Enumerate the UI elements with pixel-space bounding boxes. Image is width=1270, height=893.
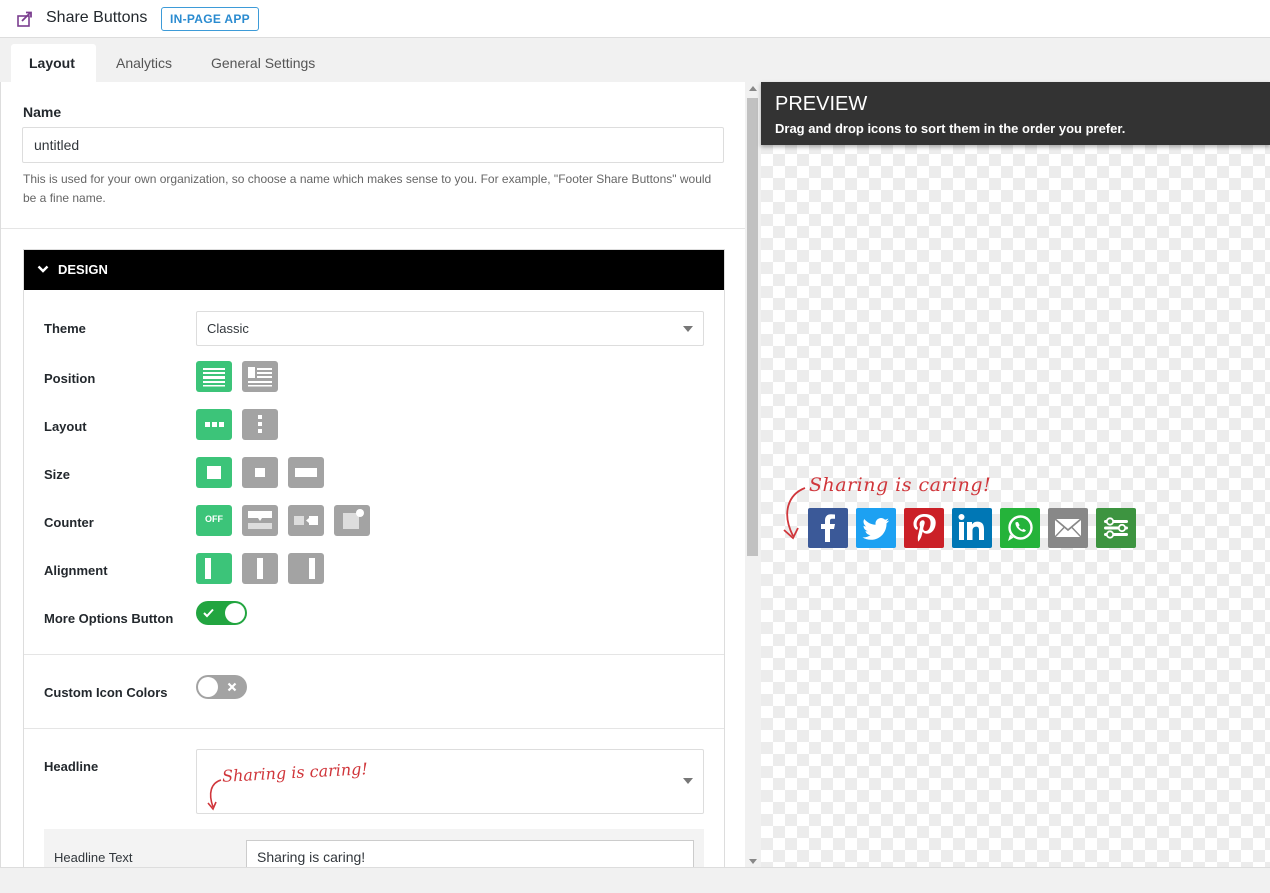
headline-text-label: Headline Text xyxy=(54,850,133,865)
counter-label: Counter xyxy=(44,515,94,530)
align-right-icon xyxy=(309,558,315,579)
divider xyxy=(24,654,724,655)
toggle-knob xyxy=(225,603,245,623)
preview-title: PREVIEW xyxy=(775,93,868,115)
vertical-dots-icon xyxy=(258,415,262,433)
scrollbar-thumb[interactable] xyxy=(747,98,758,556)
headline-label: Headline xyxy=(44,759,99,774)
share-arrow-icon xyxy=(17,11,32,27)
twitter-icon[interactable] xyxy=(856,508,896,548)
headline-text-panel: Headline Text Sharing is caring! xyxy=(44,829,704,867)
tab-general-settings[interactable]: General Settings xyxy=(193,44,333,82)
alignment-label: Alignment xyxy=(44,563,108,578)
preview-header: PREVIEW Drag and drop icons to sort them… xyxy=(761,82,1270,145)
tab-analytics[interactable]: Analytics xyxy=(98,44,190,82)
name-help-text: This is used for your own organization, … xyxy=(23,172,712,205)
align-left-icon xyxy=(205,558,211,579)
tab-layout[interactable]: Layout xyxy=(11,44,96,82)
custom-colors-label: Custom Icon Colors xyxy=(44,685,168,700)
custom-colors-toggle[interactable] xyxy=(196,675,247,699)
alignment-option-left[interactable] xyxy=(196,553,232,584)
counter-side-icon xyxy=(294,516,318,525)
theme-label: Theme xyxy=(44,321,86,336)
more-options-toggle[interactable] xyxy=(196,601,247,625)
check-icon xyxy=(203,608,214,618)
pinterest-icon[interactable] xyxy=(904,508,944,548)
counter-option-off[interactable]: OFF xyxy=(196,505,232,536)
headline-text-input[interactable]: Sharing is caring! xyxy=(246,840,694,867)
size-option-wide[interactable] xyxy=(288,457,324,488)
chevron-down-icon xyxy=(37,265,49,273)
scroll-down-icon[interactable] xyxy=(749,859,757,864)
curved-arrow-icon xyxy=(207,779,222,811)
counter-off-text: OFF xyxy=(205,514,223,524)
tab-bar: Layout Analytics General Settings xyxy=(0,38,1270,82)
app-title: Share Buttons xyxy=(46,9,148,26)
top-bar: Share Buttons IN-PAGE APP xyxy=(0,0,1270,38)
layout-option-vertical[interactable] xyxy=(242,409,278,440)
theme-value: Classic xyxy=(207,321,249,336)
counter-top-icon xyxy=(248,511,272,529)
design-section: DESIGN Theme Classic Position Layout Siz… xyxy=(23,249,725,867)
design-title: DESIGN xyxy=(58,262,108,277)
horizontal-dots-icon xyxy=(205,422,224,427)
sidebar-layout-icon xyxy=(248,367,272,387)
facebook-icon[interactable] xyxy=(808,508,848,548)
position-option-side[interactable] xyxy=(242,361,278,392)
counter-badge-icon xyxy=(343,509,364,529)
align-center-icon xyxy=(257,558,263,579)
theme-select[interactable]: Classic xyxy=(196,311,704,346)
name-input[interactable] xyxy=(22,127,724,163)
caret-down-icon xyxy=(683,778,693,784)
headline-style-select[interactable]: Sharing is caring! xyxy=(196,749,704,814)
wide-rect-icon xyxy=(295,468,317,477)
headline-style-preview: Sharing is caring! xyxy=(221,759,369,786)
divider xyxy=(24,728,724,729)
counter-option-badge[interactable] xyxy=(334,505,370,536)
in-page-app-badge: IN-PAGE APP xyxy=(161,7,259,31)
design-header[interactable]: DESIGN xyxy=(24,250,724,290)
small-square-icon xyxy=(255,468,265,477)
alignment-option-center[interactable] xyxy=(242,553,278,584)
alignment-option-right[interactable] xyxy=(288,553,324,584)
size-label: Size xyxy=(44,467,71,482)
counter-option-side[interactable] xyxy=(288,505,324,536)
toggle-knob xyxy=(198,677,218,697)
bottom-bar xyxy=(0,867,1270,893)
counter-option-top[interactable] xyxy=(242,505,278,536)
divider xyxy=(1,228,745,229)
size-option-large[interactable] xyxy=(196,457,232,488)
close-icon xyxy=(227,682,237,692)
settings-panel: Name This is used for your own organizat… xyxy=(0,82,745,867)
email-icon[interactable] xyxy=(1048,508,1088,548)
size-option-small[interactable] xyxy=(242,457,278,488)
full-width-layout-icon xyxy=(203,368,225,387)
more-options-label: More Options Button xyxy=(44,611,174,626)
more-options-icon[interactable] xyxy=(1096,508,1136,548)
position-label: Position xyxy=(44,371,96,386)
caret-down-icon xyxy=(683,326,693,332)
preview-subtitle: Drag and drop icons to sort them in the … xyxy=(775,121,1126,136)
layout-label: Layout xyxy=(44,419,87,434)
large-square-icon xyxy=(207,466,221,479)
layout-option-horizontal[interactable] xyxy=(196,409,232,440)
name-label: Name xyxy=(23,104,62,120)
preview-panel: PREVIEW Drag and drop icons to sort them… xyxy=(761,82,1270,867)
scroll-up-icon[interactable] xyxy=(749,86,757,91)
settings-scrollbar[interactable] xyxy=(745,82,760,867)
whatsapp-icon[interactable] xyxy=(1000,508,1040,548)
curved-arrow-icon xyxy=(783,487,806,540)
preview-headline: Sharing is caring! xyxy=(809,474,992,496)
linkedin-icon[interactable] xyxy=(952,508,992,548)
position-option-full[interactable] xyxy=(196,361,232,392)
